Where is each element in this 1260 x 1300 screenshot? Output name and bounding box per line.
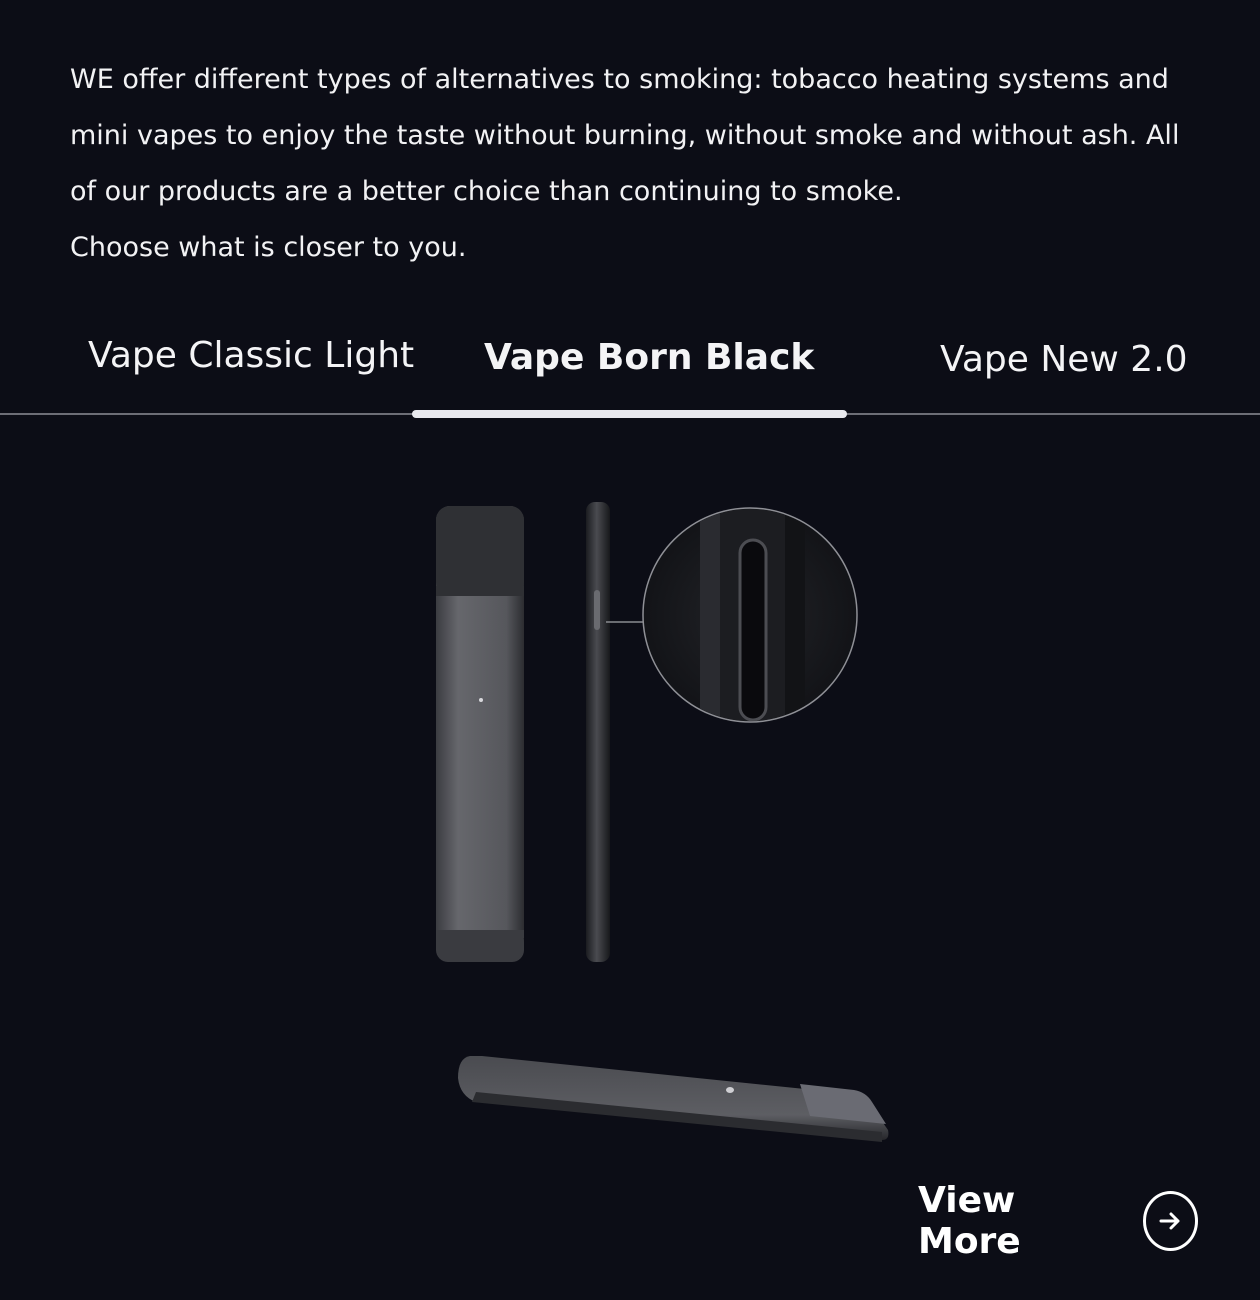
device-zoom-detail [642, 507, 858, 723]
tab-vape-new-2-0[interactable]: Vape New 2.0 [940, 339, 1188, 380]
tab-vape-classic-light[interactable]: Vape Classic Light [88, 335, 414, 376]
product-image [436, 502, 889, 1142]
device-front-view [436, 506, 524, 962]
device-side-view [586, 502, 644, 962]
view-more-label: View More [918, 1180, 1021, 1262]
device-flat-view [458, 1056, 889, 1142]
view-more-button[interactable]: View More [918, 1180, 1198, 1262]
intro-text: WE offer different types of alternatives… [70, 52, 1210, 276]
product-tabs: Vape Classic Light Vape Born Black Vape … [0, 325, 1260, 418]
arrow-right-circle-icon [1142, 1191, 1198, 1251]
active-tab-indicator [412, 410, 847, 418]
intro-paragraph: WE offer different types of alternatives… [70, 64, 1180, 207]
tab-vape-born-black[interactable]: Vape Born Black [484, 337, 814, 378]
intro-closing: Choose what is closer to you. [70, 232, 467, 263]
